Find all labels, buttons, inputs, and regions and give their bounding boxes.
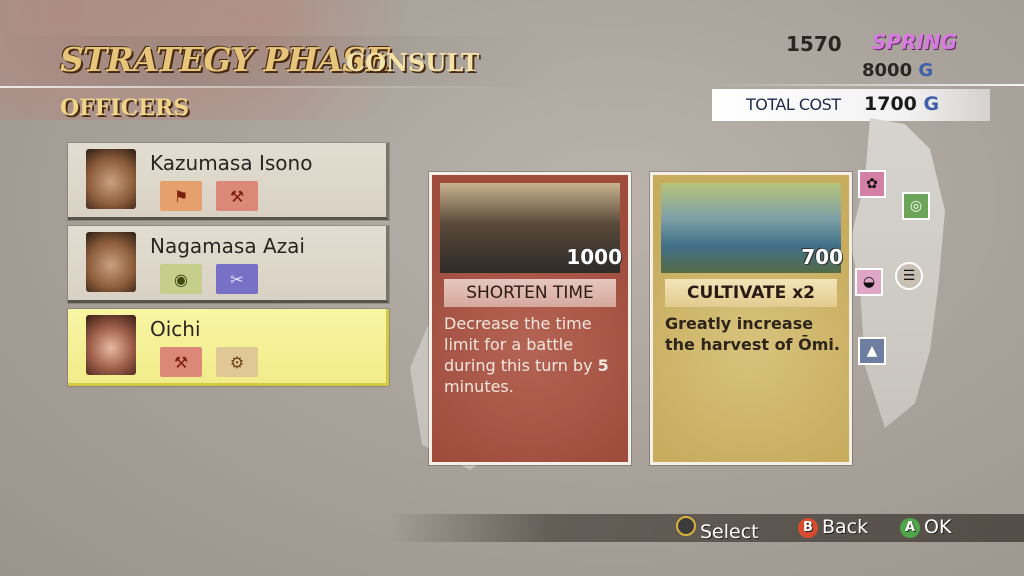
dpad-icon xyxy=(676,516,696,536)
card-cultivate[interactable]: 700 CULTIVATE x2 Greatly increase the ha… xyxy=(650,172,852,465)
total-cost-value: 1700 G xyxy=(864,93,939,115)
strategy-icon: ⚑ xyxy=(160,181,202,211)
total-cost-amount: 1700 xyxy=(864,93,917,115)
officer-item-oichi[interactable]: Oichi ⚒ ⚙ xyxy=(68,309,389,386)
clan-marker-icon[interactable]: ▲ xyxy=(858,337,886,365)
officer-portrait xyxy=(86,232,136,292)
clan-marker-icon[interactable]: ✿ xyxy=(858,170,886,198)
clan-marker-icon[interactable]: ◒ xyxy=(855,268,883,296)
gold-unit: G xyxy=(918,60,934,81)
page-title: STRATEGY PHASE xyxy=(60,40,390,79)
year-display: 1570 xyxy=(786,32,842,56)
total-cost-bar: TOTAL COST 1700 G xyxy=(712,89,990,121)
officer-item-kazumasa-isono[interactable]: Kazumasa Isono ⚑ ⚒ xyxy=(68,143,389,220)
labor-icon: ⚙ xyxy=(216,347,258,377)
officer-portrait xyxy=(86,149,136,209)
build-icon: ✂ xyxy=(216,264,258,294)
card-cost: 1000 xyxy=(566,245,622,269)
card-description-text: Decrease the time limit for a battle dur… xyxy=(444,314,598,375)
total-cost-label: TOTAL COST xyxy=(746,95,841,114)
b-button-icon: B xyxy=(798,518,818,538)
officer-name: Nagamasa Azai xyxy=(150,234,305,258)
officer-item-nagamasa-azai[interactable]: Nagamasa Azai ◉ ✂ xyxy=(68,226,389,303)
ok-hint[interactable]: A OK xyxy=(900,516,951,538)
officer-name: Kazumasa Isono xyxy=(150,151,313,175)
ok-label: OK xyxy=(924,516,952,538)
cart-icon: ⚒ xyxy=(216,181,258,211)
cart-icon: ⚒ xyxy=(160,347,202,377)
back-hint[interactable]: B Back xyxy=(798,516,868,538)
card-title: CULTIVATE x2 xyxy=(665,279,837,307)
clan-marker-icon[interactable]: ☰ xyxy=(895,262,923,290)
a-button-icon: A xyxy=(900,518,920,538)
card-shorten-time[interactable]: 1000 SHORTEN TIME Decrease the time limi… xyxy=(429,172,631,465)
back-label: Back xyxy=(822,516,869,538)
page-subtitle: CONSULT xyxy=(346,48,479,77)
officer-name: Oichi xyxy=(150,317,201,341)
total-cost-unit: G xyxy=(923,93,940,115)
officers-label: OFFICERS xyxy=(60,95,190,121)
officer-portrait xyxy=(86,315,136,375)
card-description: Greatly increase the harvest of Ōmi. xyxy=(665,314,840,354)
card-description: Decrease the time limit for a battle dur… xyxy=(444,313,620,397)
season-display: SPRING xyxy=(872,30,958,54)
header-divider xyxy=(710,84,1024,86)
select-label: Select xyxy=(700,521,759,543)
card-title: SHORTEN TIME xyxy=(444,279,616,307)
title-divider xyxy=(0,86,520,88)
card-cost: 700 xyxy=(801,245,843,269)
card-description-end: minutes. xyxy=(444,377,514,396)
gold-amount: 8000 xyxy=(862,60,913,81)
clan-marker-icon[interactable]: ◎ xyxy=(902,192,930,220)
select-hint[interactable]: Select xyxy=(676,516,759,543)
card-description-minutes: 5 xyxy=(597,356,609,375)
supply-icon: ◉ xyxy=(160,264,202,294)
gold-display: 8000 G xyxy=(862,60,933,81)
